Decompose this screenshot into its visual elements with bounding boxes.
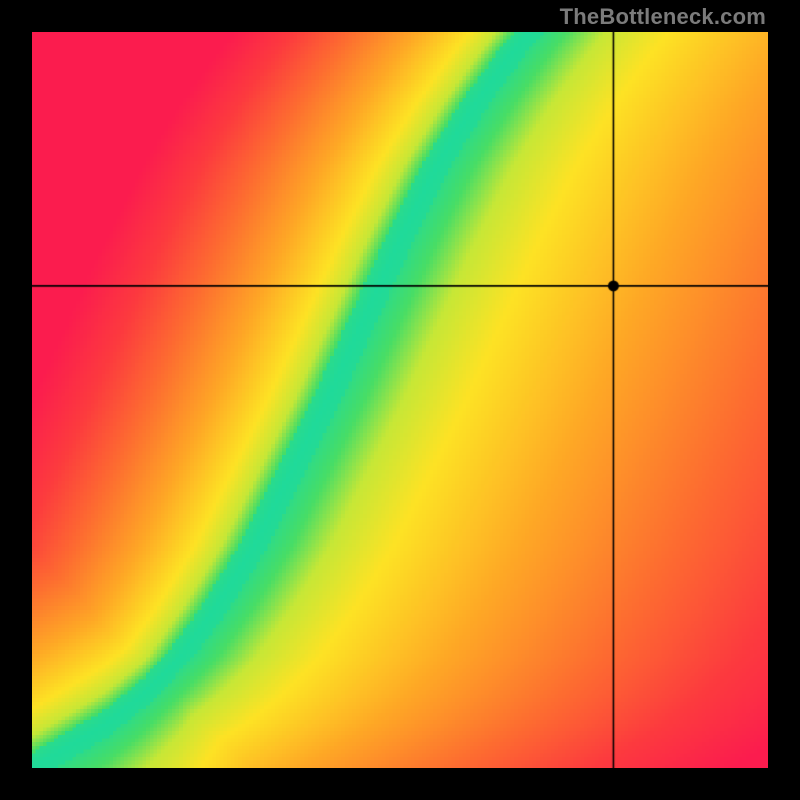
watermark-text: TheBottleneck.com — [560, 4, 766, 30]
bottleneck-heatmap — [32, 32, 768, 768]
